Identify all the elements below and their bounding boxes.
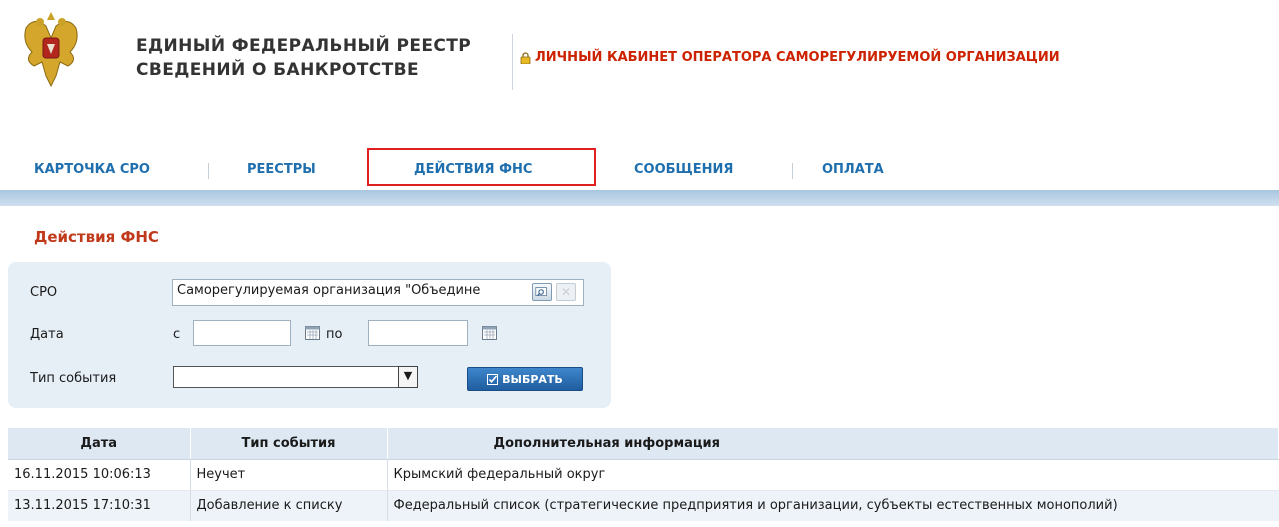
cabinet-label: ЛИЧНЫЙ КАБИНЕТ ОПЕРАТОРА САМОРЕГУЛИРУЕМО… [535,50,1060,65]
nav-bar [0,190,1279,206]
sro-label: СРО [30,285,58,300]
cabinet-link[interactable]: ЛИЧНЫЙ КАБИНЕТ ОПЕРАТОРА САМОРЕГУЛИРУЕМО… [520,50,1060,65]
column-header-additional-info[interactable]: Дополнительная информация [387,428,1279,460]
cell-event-type: Добавление к списку [190,489,388,521]
page-title: Действия ФНС [34,228,159,246]
table-header-row: Дата Тип события Дополнительная информац… [8,428,1279,460]
site-title: ЕДИНЫЙ ФЕДЕРАЛЬНЫЙ РЕЕСТР СВЕДЕНИЙ О БАН… [136,34,471,82]
calendar-icon[interactable] [482,326,497,340]
date-label: Дата [30,327,64,342]
sro-lookup-button[interactable] [532,283,552,301]
date-to-input[interactable] [368,320,468,346]
cell-date: 16.11.2015 10:06:13 [8,458,191,490]
sro-field[interactable]: Саморегулируемая организация "Объедине [172,279,584,306]
sro-clear-button[interactable]: ✕ [556,283,576,301]
active-tab-highlight [367,148,596,186]
header-divider [512,34,513,90]
nav-separator [792,163,793,179]
column-header-date[interactable]: Дата [8,428,191,460]
cell-additional-info: Федеральный список (стратегические предп… [387,489,1279,521]
site-title-line2: СВЕДЕНИЙ О БАНКРОТСТВЕ [136,60,419,80]
lookup-icon [535,287,547,296]
cell-date: 13.11.2015 17:10:31 [8,489,191,521]
nav-item-messages[interactable]: СООБЩЕНИЯ [634,162,733,177]
table-row[interactable]: 16.11.2015 10:06:13 Неучет Крымский феде… [8,458,1279,490]
table-row[interactable]: 13.11.2015 17:10:31 Добавление к списку … [8,489,1279,521]
checkbox-check-icon [487,373,499,385]
cell-additional-info: Крымский федеральный округ [387,458,1279,490]
select-button[interactable]: ВЫБРАТЬ [467,367,583,391]
nav-item-sro-card[interactable]: КАРТОЧКА СРО [34,162,150,177]
event-type-select[interactable] [173,366,418,388]
nav-item-registers[interactable]: РЕЕСТРЫ [247,162,316,177]
date-from-input[interactable] [193,320,291,346]
select-button-label: ВЫБРАТЬ [502,372,563,386]
results-table: Дата Тип события Дополнительная информац… [8,428,1279,521]
main-nav: КАРТОЧКА СРО РЕЕСТРЫ ДЕЙСТВИЯ ФНС СООБЩЕ… [0,152,1279,190]
site-title-line1: ЕДИНЫЙ ФЕДЕРАЛЬНЫЙ РЕЕСТР [136,36,472,56]
nav-separator [208,163,209,179]
date-from-label: с [173,327,181,342]
date-to-label: по [326,327,343,342]
chevron-down-icon[interactable]: ▼ [398,366,418,388]
cell-event-type: Неучет [190,458,388,490]
nav-item-payment[interactable]: ОПЛАТА [822,162,884,177]
lock-icon [520,51,531,64]
calendar-icon[interactable] [305,326,320,340]
event-type-label: Тип события [30,371,117,386]
column-header-event-type[interactable]: Тип события [190,428,388,460]
coat-of-arms-icon [24,12,78,88]
